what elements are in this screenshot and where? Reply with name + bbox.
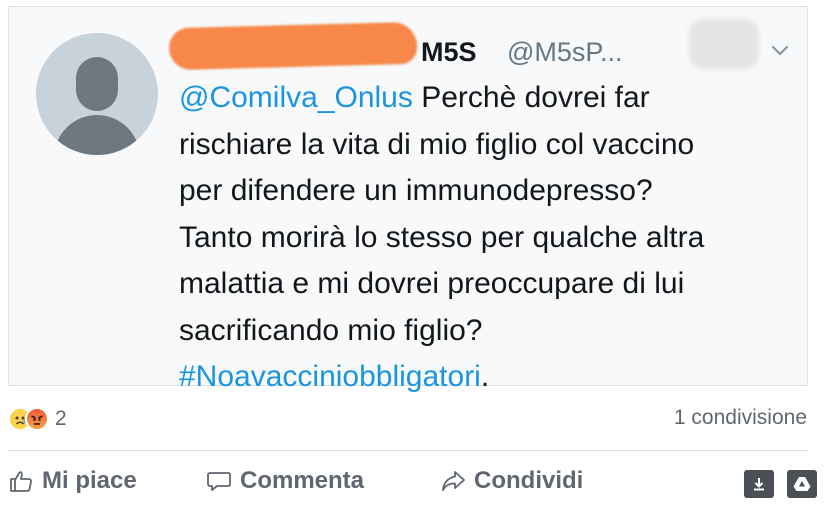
- redaction-blur: [689, 19, 759, 69]
- avatar-head-shape: [76, 57, 118, 111]
- divider: [8, 450, 808, 451]
- comment-icon: [207, 472, 231, 491]
- like-label: Mi piace: [42, 467, 137, 494]
- share-count[interactable]: 1 condivisione: [674, 406, 807, 430]
- share-button[interactable]: Condividi: [440, 464, 583, 498]
- download-button[interactable]: [744, 470, 774, 498]
- tweet-text: @Comilva_Onlus Perchè dovrei far rischia…: [179, 75, 799, 401]
- tweet-display-name[interactable]: M5S: [421, 37, 477, 68]
- embedded-tweet[interactable]: M5S @M5sP... @Comilva_Onlus Perchè dovre…: [8, 6, 808, 393]
- comment-button[interactable]: Commenta: [206, 464, 364, 498]
- tweet-body: Perchè dovrei far rischiare la vita di m…: [179, 81, 705, 347]
- drive-button[interactable]: [787, 470, 817, 498]
- reactions-summary[interactable]: 2: [8, 405, 67, 433]
- like-button[interactable]: Mi piace: [8, 464, 137, 498]
- share-arrow-icon: [442, 471, 465, 491]
- thumbs-up-icon: [10, 471, 32, 492]
- tweet-handle[interactable]: @M5sP...: [507, 37, 622, 68]
- avatar-body-shape: [54, 115, 140, 155]
- comment-label: Commenta: [240, 467, 365, 494]
- avatar[interactable]: [36, 33, 158, 155]
- tweet-hashtag[interactable]: #Noavacciniobbligatori: [179, 360, 481, 393]
- redaction-scribble: [168, 21, 418, 71]
- reaction-count: 2: [55, 407, 67, 430]
- tweet-trailing-punctuation: .: [480, 360, 490, 393]
- download-icon: [754, 478, 764, 491]
- tweet-mention[interactable]: @Comilva_Onlus: [179, 81, 413, 114]
- drive-icon: [793, 477, 811, 491]
- angry-emoji-icon: [25, 407, 49, 431]
- chevron-down-icon[interactable]: [771, 41, 789, 59]
- share-label: Condividi: [474, 467, 584, 494]
